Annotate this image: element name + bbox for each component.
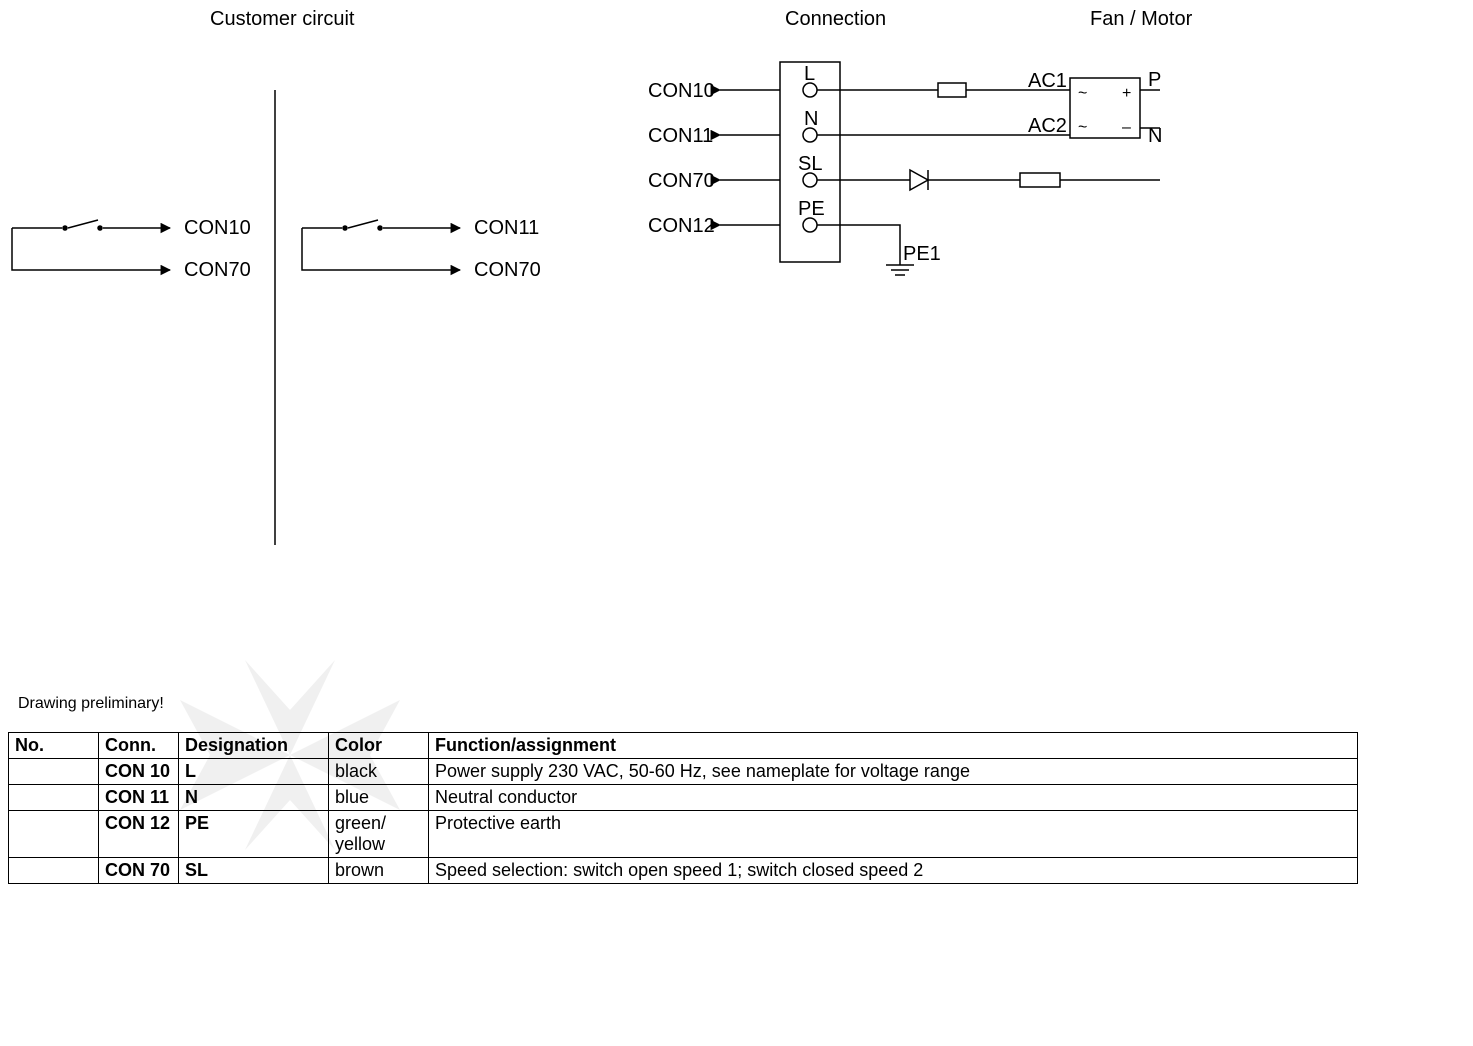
cell-no: [9, 759, 99, 785]
label-con70-left2: CON70: [474, 259, 541, 281]
terminal-N: N: [804, 108, 818, 130]
terminal-L: L: [804, 63, 815, 85]
cell-conn: CON 12: [99, 811, 179, 858]
rect-plus: +: [1122, 85, 1131, 102]
connection-table: No. Conn. Designation Color Function/ass…: [8, 732, 1358, 884]
label-ac2: AC2: [1028, 115, 1067, 137]
th-function: Function/assignment: [429, 733, 1358, 759]
label-con70-left: CON70: [184, 259, 251, 281]
label-con10-left: CON10: [184, 217, 251, 239]
cell-designation: SL: [179, 858, 329, 884]
header-customer-circuit: Customer circuit: [210, 8, 354, 31]
label-con12: CON12: [648, 215, 715, 237]
drawing-preliminary-note: Drawing preliminary!: [18, 695, 164, 713]
label-Nout: N: [1148, 125, 1162, 147]
th-designation: Designation: [179, 733, 329, 759]
cell-function: Neutral conductor: [429, 785, 1358, 811]
terminal-PE: PE: [798, 198, 825, 220]
label-pe1: PE1: [903, 243, 941, 265]
table-row: CON 10 L black Power supply 230 VAC, 50-…: [9, 759, 1358, 785]
cell-color: green/ yellow: [329, 811, 429, 858]
cell-no: [9, 858, 99, 884]
rect-tilde1: ~: [1078, 85, 1087, 102]
cell-color: black: [329, 759, 429, 785]
rect-tilde2: ~: [1078, 119, 1087, 136]
cell-conn: CON 10: [99, 759, 179, 785]
rect-minus: –: [1122, 119, 1131, 136]
label-ac1: AC1: [1028, 70, 1067, 92]
header-fan-motor: Fan / Motor: [1090, 8, 1192, 31]
cell-color: brown: [329, 858, 429, 884]
label-P: P: [1148, 69, 1161, 91]
cell-no: [9, 811, 99, 858]
cell-function: Speed selection: switch open speed 1; sw…: [429, 858, 1358, 884]
th-conn: Conn.: [99, 733, 179, 759]
table-row: CON 70 SL brown Speed selection: switch …: [9, 858, 1358, 884]
table-row: CON 11 N blue Neutral conductor: [9, 785, 1358, 811]
header-connection: Connection: [785, 8, 886, 31]
th-no: No.: [9, 733, 99, 759]
label-con11: CON11: [648, 125, 713, 147]
table-row: CON 12 PE green/ yellow Protective earth: [9, 811, 1358, 858]
cell-designation: PE: [179, 811, 329, 858]
cell-designation: N: [179, 785, 329, 811]
terminal-SL: SL: [798, 153, 822, 175]
wiring-diagram: CON10 CON70 CON11 CON70 CON10 CON11 CON7…: [0, 50, 1473, 550]
label-con70: CON70: [648, 170, 715, 192]
cell-no: [9, 785, 99, 811]
cell-function: Power supply 230 VAC, 50-60 Hz, see name…: [429, 759, 1358, 785]
label-con10: CON10: [648, 80, 715, 102]
table-header-row: No. Conn. Designation Color Function/ass…: [9, 733, 1358, 759]
cell-color: blue: [329, 785, 429, 811]
cell-conn: CON 70: [99, 858, 179, 884]
label-con11-left: CON11: [474, 217, 539, 239]
cell-function: Protective earth: [429, 811, 1358, 858]
cell-designation: L: [179, 759, 329, 785]
th-color: Color: [329, 733, 429, 759]
cell-conn: CON 11: [99, 785, 179, 811]
